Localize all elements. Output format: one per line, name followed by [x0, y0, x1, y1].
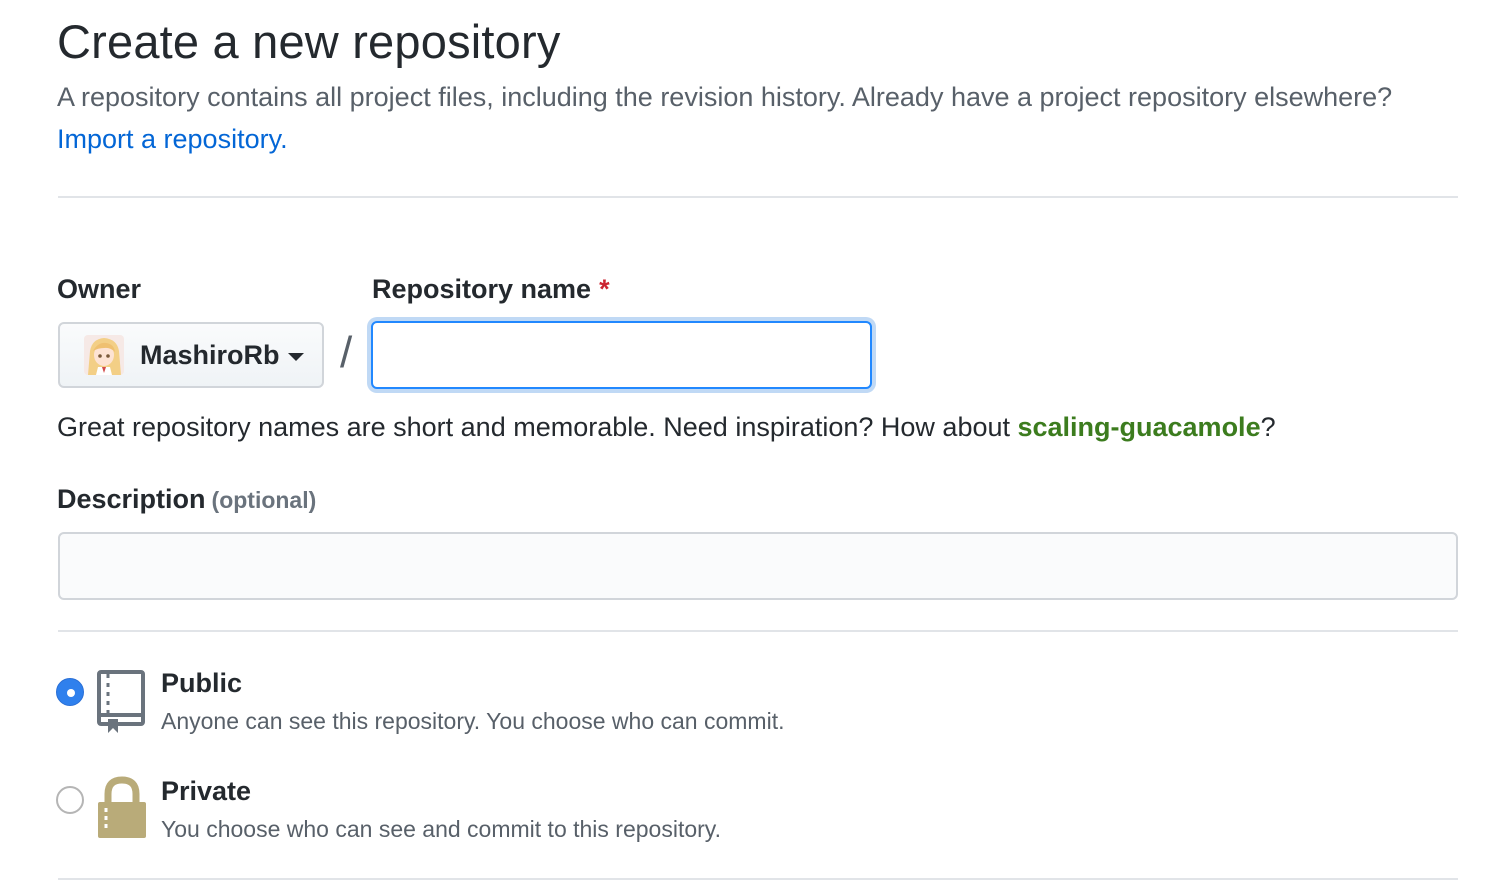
repository-name-hint: Great repository names are short and mem…: [57, 412, 1276, 443]
optional-note: (optional): [211, 487, 317, 513]
import-repository-link[interactable]: Import a repository.: [57, 124, 288, 155]
required-asterisk: *: [599, 274, 610, 304]
name-suggestion[interactable]: scaling-guacamole: [1018, 412, 1261, 442]
repository-name-input[interactable]: [371, 321, 872, 389]
private-option-title[interactable]: Private: [161, 776, 251, 807]
description-label-text: Description: [57, 484, 206, 514]
lock-icon: [96, 776, 148, 845]
owner-label: Owner: [57, 274, 142, 304]
public-option-title[interactable]: Public: [161, 668, 242, 699]
visibility-divider: [58, 878, 1458, 880]
repository-name-label: Repository name *: [372, 274, 610, 305]
description-divider: [58, 630, 1458, 632]
hint-text: Great repository names are short and mem…: [57, 412, 1018, 442]
public-radio[interactable]: [56, 678, 84, 706]
owner-avatar: [84, 335, 124, 375]
private-option-description: You choose who can see and commit to thi…: [161, 816, 721, 842]
repository-name-label-text: Repository name: [372, 274, 592, 304]
owner-select-button[interactable]: MashiroRb: [58, 322, 324, 388]
hint-suffix: ?: [1260, 412, 1276, 442]
description-label: Description (optional): [57, 484, 316, 515]
owner-name: MashiroRb: [140, 339, 280, 370]
header-divider: [58, 196, 1458, 198]
repo-book-icon: [96, 669, 148, 740]
page-subtitle: A repository contains all project files,…: [57, 82, 1393, 112]
page-title: Create a new repository: [57, 15, 561, 68]
public-option-description: Anyone can see this repository. You choo…: [161, 708, 785, 734]
description-input[interactable]: [58, 532, 1458, 600]
chevron-down-icon: [287, 353, 304, 361]
owner-repo-separator: /: [340, 328, 353, 377]
private-radio[interactable]: [56, 786, 84, 814]
